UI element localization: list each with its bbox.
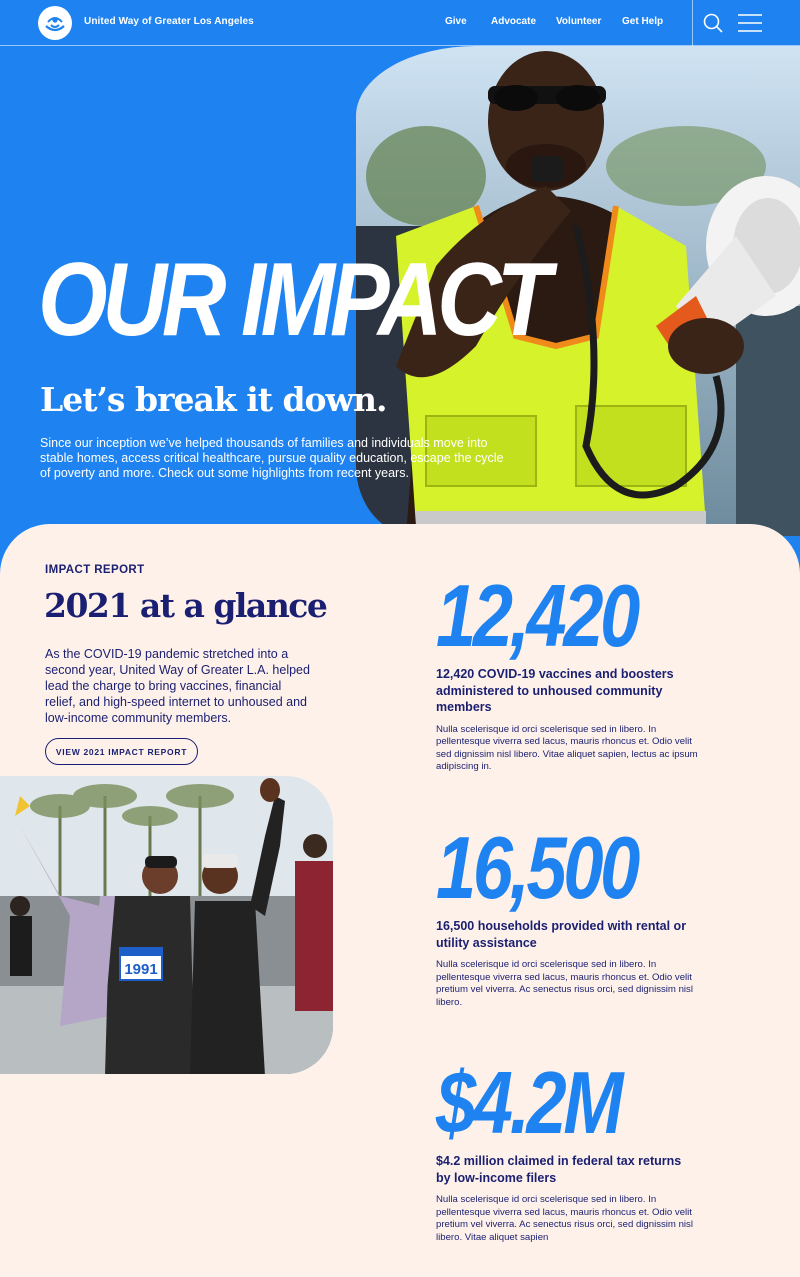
united-way-logo-icon[interactable] bbox=[38, 6, 72, 40]
event-photo-runners: 1991 bbox=[0, 776, 333, 1074]
nav-link-advocate[interactable]: Advocate bbox=[491, 16, 536, 27]
stat-number: 16,500 bbox=[436, 818, 640, 917]
stat-description: Nulla scelerisque id orci scelerisque se… bbox=[436, 1194, 693, 1243]
nav-divider bbox=[692, 0, 693, 46]
stat-tax-returns: $4.2M $4.2 million claimed in federal ta… bbox=[436, 1059, 756, 1244]
stat-number: $4.2M bbox=[436, 1053, 623, 1152]
hamburger-menu-icon bbox=[738, 14, 762, 32]
stat-households: 16,500 16,500 households provided with r… bbox=[436, 824, 756, 1009]
impact-title: 2021 at a glance bbox=[44, 586, 328, 625]
stat-vaccines: 12,420 12,420 COVID-19 vaccines and boos… bbox=[436, 572, 756, 774]
nav-link-give[interactable]: Give bbox=[445, 16, 467, 27]
stat-description: Nulla scelerisque id orci scelerisque se… bbox=[436, 723, 698, 773]
impact-summary: As the COVID-19 pandemic stretched into … bbox=[45, 647, 310, 725]
view-impact-report-button[interactable]: VIEW 2021 IMPACT REPORT bbox=[45, 738, 198, 765]
nav-link-volunteer[interactable]: Volunteer bbox=[556, 16, 601, 27]
stat-description: Nulla scelerisque id orci scelerisque se… bbox=[436, 959, 693, 1008]
top-navigation: United Way of Greater Los Angeles Give A… bbox=[0, 0, 800, 46]
nav-link-get-help[interactable]: Get Help bbox=[622, 16, 663, 27]
stat-heading: 16,500 households provided with rental o… bbox=[436, 919, 687, 950]
impact-eyebrow: IMPACT REPORT bbox=[45, 564, 145, 576]
hero-subtitle: Let’s break it down. bbox=[40, 380, 387, 419]
menu-button[interactable] bbox=[737, 12, 763, 34]
search-icon bbox=[703, 13, 723, 33]
search-button[interactable] bbox=[702, 12, 724, 34]
hero-title: OUR IMPACT bbox=[38, 242, 551, 358]
org-name[interactable]: United Way of Greater Los Angeles bbox=[84, 16, 254, 27]
stat-heading: $4.2 million claimed in federal tax retu… bbox=[436, 1154, 682, 1185]
race-bib-number: 1991 bbox=[124, 961, 157, 978]
hero-description: Since our inception we’ve helped thousan… bbox=[40, 436, 504, 480]
impact-report-section: IMPACT REPORT 2021 at a glance As the CO… bbox=[0, 524, 800, 1277]
stat-heading: 12,420 COVID-19 vaccines and boosters ad… bbox=[436, 667, 674, 714]
stat-number: 12,420 bbox=[436, 566, 640, 665]
